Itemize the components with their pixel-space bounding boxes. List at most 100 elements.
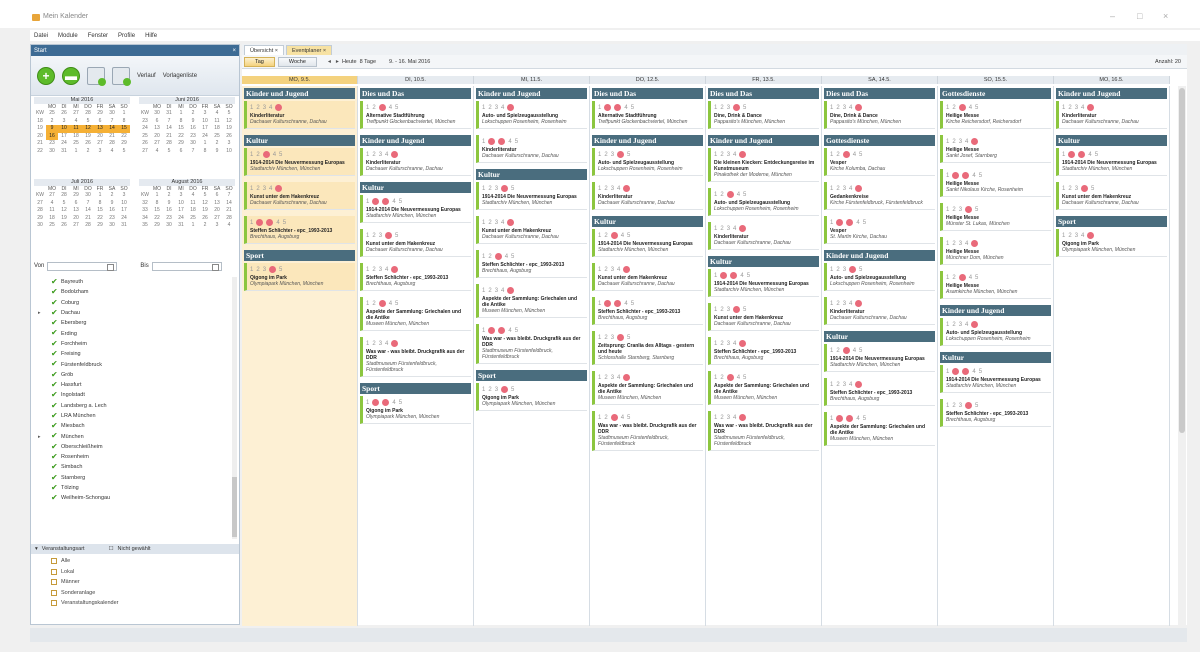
rating-dot-icon[interactable]: [1068, 151, 1076, 158]
rating-number[interactable]: 2: [720, 105, 723, 111]
event-card[interactable]: 1 2 3 5 Auto- und Spielzeugausstellung Loksch…: [824, 263, 935, 291]
rating-number[interactable]: 1: [482, 139, 485, 145]
event-card[interactable]: 1 2 3 4 Dine, Drink & Dance Pappasito's Münch…: [824, 101, 935, 129]
event-card[interactable]: 1 2 3 5 Heilige Messe Münster St. Lukas, Münc…: [940, 203, 1051, 231]
rating-row[interactable]: 1 45: [946, 171, 1048, 180]
vorlagenliste-button[interactable]: Vorlagenliste: [163, 73, 197, 79]
rating-dot-icon[interactable]: [501, 185, 509, 192]
rating-dot-icon[interactable]: [488, 327, 496, 334]
checkmark-icon[interactable]: ✔: [51, 277, 58, 286]
rating-number[interactable]: 1: [830, 348, 833, 354]
checkmark-icon[interactable]: ✔: [51, 287, 58, 296]
rating-row[interactable]: 123 5: [598, 150, 700, 159]
location-item[interactable]: ✔ Oberschleißheim: [31, 442, 231, 452]
rating-dot-icon[interactable]: [739, 414, 747, 421]
rating-row[interactable]: 1234: [830, 184, 932, 193]
calendar-day[interactable]: 7: [163, 118, 175, 126]
menu-datei[interactable]: Datei: [34, 33, 48, 39]
rating-number[interactable]: 3: [727, 415, 730, 421]
calendar-day[interactable]: 4: [187, 192, 199, 200]
checkmark-icon[interactable]: ✔: [51, 318, 58, 327]
rating-dot-icon[interactable]: [836, 415, 844, 422]
event-card[interactable]: 1 2 3 5 1914-2014 Die Neuvermessung Europas S…: [476, 182, 587, 210]
calendar-day[interactable]: 20: [151, 133, 163, 141]
calendar-day[interactable]: 27: [46, 192, 58, 200]
rating-number[interactable]: 5: [627, 415, 630, 421]
rating-number[interactable]: 5: [627, 152, 630, 158]
calendar-day[interactable]: 8: [94, 200, 106, 208]
rating-number[interactable]: 5: [743, 375, 746, 381]
calendar-day[interactable]: 7: [187, 148, 199, 156]
rating-number[interactable]: 2: [720, 415, 723, 421]
rating-number[interactable]: 2: [836, 301, 839, 307]
rating-number[interactable]: 5: [975, 403, 978, 409]
location-item[interactable]: ✔ Gröb: [31, 370, 231, 380]
calendar-day[interactable]: 12: [199, 200, 211, 208]
checkmark-icon[interactable]: ✔: [51, 308, 58, 317]
event-card[interactable]: 1 2 3 4 Kunst unter dem Hakenkreuz Dachauer K…: [476, 216, 587, 244]
rating-dot-icon[interactable]: [846, 219, 854, 226]
rating-number[interactable]: 4: [508, 139, 511, 145]
rating-number[interactable]: 2: [720, 341, 723, 347]
rating-number[interactable]: 2: [720, 307, 723, 313]
rating-number[interactable]: 4: [1081, 105, 1084, 111]
rating-number[interactable]: 3: [379, 233, 382, 239]
calendar-day[interactable]: 4: [46, 200, 58, 208]
calendar-day[interactable]: 11: [46, 207, 58, 215]
event-card[interactable]: 1 2 3 4 Gedankenkreise Kirche Fürstenfeldbruc…: [824, 182, 935, 210]
rating-number[interactable]: 2: [604, 415, 607, 421]
rating-dot-icon[interactable]: [488, 138, 496, 145]
calendar-day[interactable]: 28: [82, 110, 94, 118]
rating-number[interactable]: 3: [959, 139, 962, 145]
rating-number[interactable]: 3: [379, 152, 382, 158]
rating-number[interactable]: 5: [627, 233, 630, 239]
calendar-day[interactable]: 29: [94, 222, 106, 230]
rating-row[interactable]: 1234: [830, 299, 932, 308]
rating-number[interactable]: 4: [737, 375, 740, 381]
tab-uebersicht[interactable]: Übersicht ×: [244, 45, 284, 55]
event-card[interactable]: 1 2 4 5 1914-2014 Die Neuvermessung Europas S…: [824, 344, 935, 372]
rating-row[interactable]: 12 45: [714, 190, 816, 199]
rating-number[interactable]: 4: [733, 226, 736, 232]
rating-dot-icon[interactable]: [604, 300, 612, 307]
rating-number[interactable]: 2: [372, 301, 375, 307]
rating-number[interactable]: 4: [737, 192, 740, 198]
rating-dot-icon[interactable]: [1078, 151, 1086, 158]
rating-number[interactable]: 2: [836, 382, 839, 388]
event-card[interactable]: 1 2 4 5 Vesper Kirche Kolumba, Dachau: [824, 148, 935, 176]
calendar-day[interactable]: 18: [70, 133, 82, 141]
calendar-day[interactable]: 9: [106, 200, 118, 208]
event-card[interactable]: 1 2 3 4 Was war - was bleibt. Druckgrafik au…: [708, 411, 819, 451]
event-card[interactable]: 1 2 3 4 Aspekte der Sammlung: Griechalen und…: [592, 371, 703, 405]
checkmark-icon[interactable]: ✔: [51, 390, 58, 399]
event-card[interactable]: 1 2 4 5 Was war - was bleibt. Druckgrafik au…: [592, 411, 703, 451]
calendar-day[interactable]: 20: [94, 133, 106, 141]
checkmark-icon[interactable]: ✔: [51, 442, 58, 451]
calendar-day[interactable]: 14: [106, 125, 118, 133]
calendar-day[interactable]: 29: [94, 110, 106, 118]
calendar-day[interactable]: 28: [82, 222, 94, 230]
rating-number[interactable]: 4: [856, 416, 859, 422]
event-card[interactable]: 1 4 5 Was war - was bleibt. Druckgrafik aus…: [476, 324, 587, 364]
calendar-day[interactable]: 13: [211, 200, 223, 208]
calendar-day[interactable]: 30: [82, 192, 94, 200]
day-header[interactable]: FR, 13.5.: [706, 76, 822, 84]
rating-number[interactable]: 1: [1062, 105, 1065, 111]
rating-number[interactable]: 5: [631, 301, 634, 307]
rating-number[interactable]: 2: [720, 152, 723, 158]
calendar-day[interactable]: 1: [151, 192, 163, 200]
rating-number[interactable]: 2: [720, 375, 723, 381]
rating-number[interactable]: 5: [859, 348, 862, 354]
rating-number[interactable]: 4: [733, 152, 736, 158]
location-item[interactable]: ✔ Ebersberg: [31, 318, 231, 328]
rating-number[interactable]: 5: [1091, 186, 1094, 192]
calendar-day[interactable]: 6: [175, 148, 187, 156]
calendar-day[interactable]: 10: [58, 125, 70, 133]
rating-dot-icon[interactable]: [952, 368, 960, 375]
rating-number[interactable]: 1: [482, 254, 485, 260]
event-card[interactable]: 1 2 4 5 1914-2014 Die Neuvermessung Europas S…: [244, 148, 355, 176]
rating-number[interactable]: 2: [836, 267, 839, 273]
rating-number[interactable]: 3: [727, 152, 730, 158]
rating-number[interactable]: 4: [621, 233, 624, 239]
rating-number[interactable]: 3: [611, 186, 614, 192]
